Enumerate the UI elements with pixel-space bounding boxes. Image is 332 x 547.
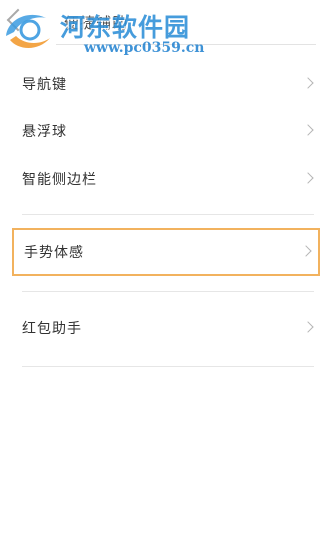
list-item-smart-sidebar[interactable]: 智能侧边栏 bbox=[0, 157, 332, 201]
section-divider bbox=[22, 291, 314, 292]
list-item-red-packet-assistant[interactable]: 红包助手 bbox=[0, 306, 332, 350]
list-item-label: 红包助手 bbox=[22, 321, 82, 337]
chevron-right-icon bbox=[300, 245, 312, 257]
watermark-title: 河东软件园 bbox=[60, 13, 191, 42]
list-item-label: 悬浮球 bbox=[22, 124, 67, 140]
settings-screen: 便捷辅助 河东软件园 www.pc0359.cn 导航键 悬浮球 智能侧边栏 手… bbox=[0, 0, 332, 547]
watermark-logo-icon bbox=[6, 14, 50, 48]
chevron-right-icon bbox=[302, 172, 314, 184]
section-divider bbox=[22, 366, 314, 367]
list-item-label: 手势体感 bbox=[24, 245, 84, 261]
chevron-right-icon bbox=[302, 77, 314, 89]
list-item-label: 智能侧边栏 bbox=[22, 172, 97, 188]
list-item-navigation-keys[interactable]: 导航键 bbox=[0, 62, 332, 106]
section-divider bbox=[22, 214, 314, 215]
chevron-right-icon bbox=[302, 321, 314, 333]
watermark-url: www.pc0359.cn bbox=[84, 40, 205, 56]
chevron-right-icon bbox=[302, 124, 314, 136]
list-item-gesture-motion[interactable]: 手势体感 bbox=[12, 228, 320, 276]
top-bar: 便捷辅助 河东软件园 www.pc0359.cn bbox=[0, 0, 332, 56]
list-item-label: 导航键 bbox=[22, 77, 67, 93]
list-item-floating-ball[interactable]: 悬浮球 bbox=[0, 109, 332, 153]
